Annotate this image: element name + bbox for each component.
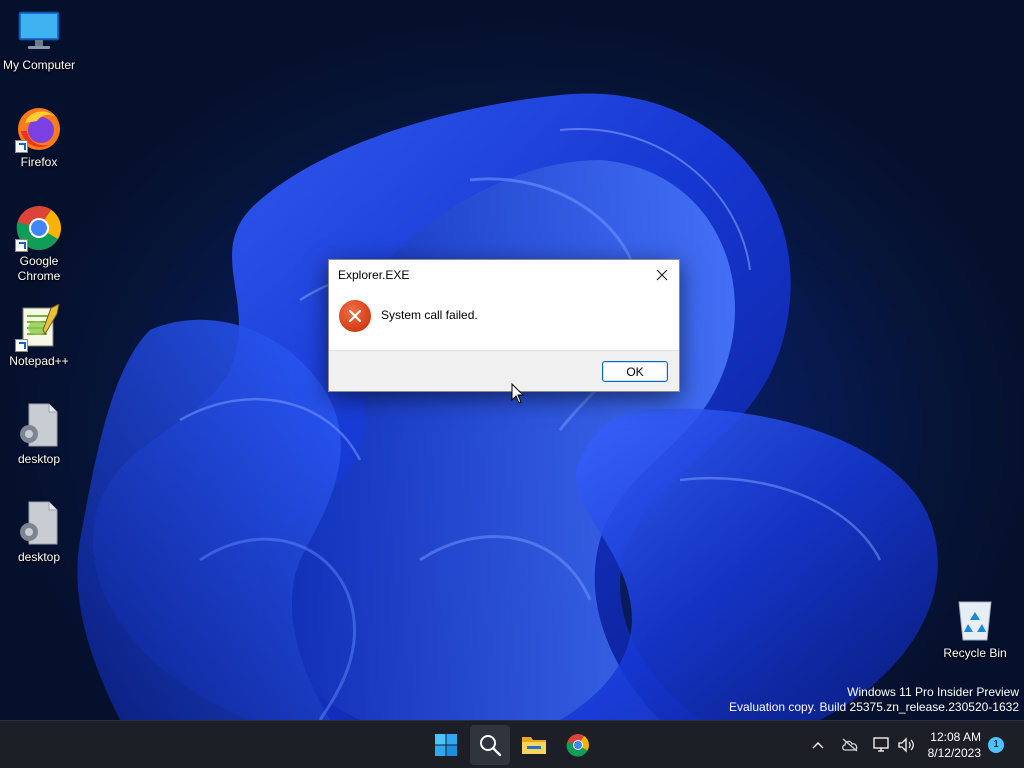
settings-file-icon — [15, 402, 63, 450]
close-button[interactable] — [645, 260, 679, 290]
shortcut-arrow-icon — [15, 339, 28, 352]
network-icon — [873, 737, 889, 752]
file-explorer-button[interactable] — [514, 725, 554, 765]
cloud-offline-icon — [842, 738, 858, 752]
speaker-icon — [898, 737, 914, 753]
clock-time: 12:08 AM — [930, 730, 981, 744]
desktop-icon-label: Recycle Bin — [943, 646, 1007, 660]
dialog-message: System call failed. — [381, 308, 478, 322]
network-tray-button[interactable] — [872, 735, 892, 755]
clock-date: 8/12/2023 — [927, 746, 981, 760]
recycle-bin-icon — [951, 596, 999, 644]
watermark-edition: Windows 11 Pro Insider Preview — [847, 685, 1019, 699]
system-tray: 12:08 AM 8/12/2023 1 — [784, 721, 1024, 768]
desktop-icon-recycle-bin[interactable]: Recycle Bin — [936, 596, 1014, 661]
start-button[interactable] — [426, 725, 466, 765]
volume-tray-button[interactable] — [896, 735, 916, 755]
show-hidden-icons-button[interactable] — [808, 735, 828, 755]
ok-button[interactable]: OK — [602, 361, 668, 382]
watermark-build: Evaluation copy. Build 25375.zn_release.… — [729, 700, 1019, 714]
close-icon — [656, 269, 668, 281]
search-button[interactable] — [470, 725, 510, 765]
chrome-icon — [566, 734, 589, 757]
windows-build-watermark: Windows 11 Pro Insider Preview Evaluatio… — [729, 685, 1019, 715]
search-icon — [480, 735, 502, 757]
desktop-icon-notepadpp[interactable]: Notepad++ — [0, 303, 78, 369]
desktop-icon-label: Firefox — [20, 155, 58, 169]
desktop-icon-firefox[interactable]: Firefox — [0, 105, 78, 170]
desktop-icon-my-computer[interactable]: My Computer — [0, 8, 78, 73]
taskbar: 12:08 AM 8/12/2023 1 — [0, 720, 1024, 768]
desktop-icon-label: Notepad++ — [9, 354, 69, 368]
monitor-icon — [15, 8, 63, 56]
onedrive-tray-button[interactable] — [840, 735, 860, 755]
file-explorer-icon — [522, 737, 546, 754]
notepadpp-icon — [15, 303, 63, 352]
desktop-icon-label: desktop — [17, 550, 61, 564]
error-dialog: Explorer.EXE System call failed. OK — [328, 259, 680, 392]
settings-file-icon — [15, 500, 63, 548]
notification-badge[interactable]: 1 — [988, 737, 1004, 753]
desktop-icon-label: desktop — [17, 452, 61, 466]
chrome-icon — [15, 204, 63, 252]
taskbar-chrome-button[interactable] — [558, 725, 598, 765]
error-icon — [339, 300, 371, 332]
shortcut-arrow-icon — [15, 239, 28, 252]
dialog-title: Explorer.EXE — [338, 268, 410, 282]
desktop-icon-label: My Computer — [2, 58, 76, 72]
clock-button[interactable]: 12:08 AM 8/12/2023 — [928, 729, 981, 761]
desktop-icon-desktop-2[interactable]: desktop — [0, 500, 78, 565]
desktop-icon-label: Google Chrome — [17, 254, 61, 283]
firefox-icon — [15, 105, 63, 153]
chevron-up-icon — [812, 742, 824, 749]
start-icon — [435, 734, 457, 756]
mouse-cursor-icon — [511, 383, 525, 404]
dialog-titlebar[interactable]: Explorer.EXE — [329, 260, 679, 290]
dialog-body: System call failed. — [329, 290, 679, 350]
dialog-footer: OK — [329, 350, 679, 391]
desktop-icon-desktop-1[interactable]: desktop — [0, 402, 78, 467]
shortcut-arrow-icon — [15, 140, 28, 153]
desktop-icon-google-chrome[interactable]: Google Chrome — [0, 204, 78, 284]
